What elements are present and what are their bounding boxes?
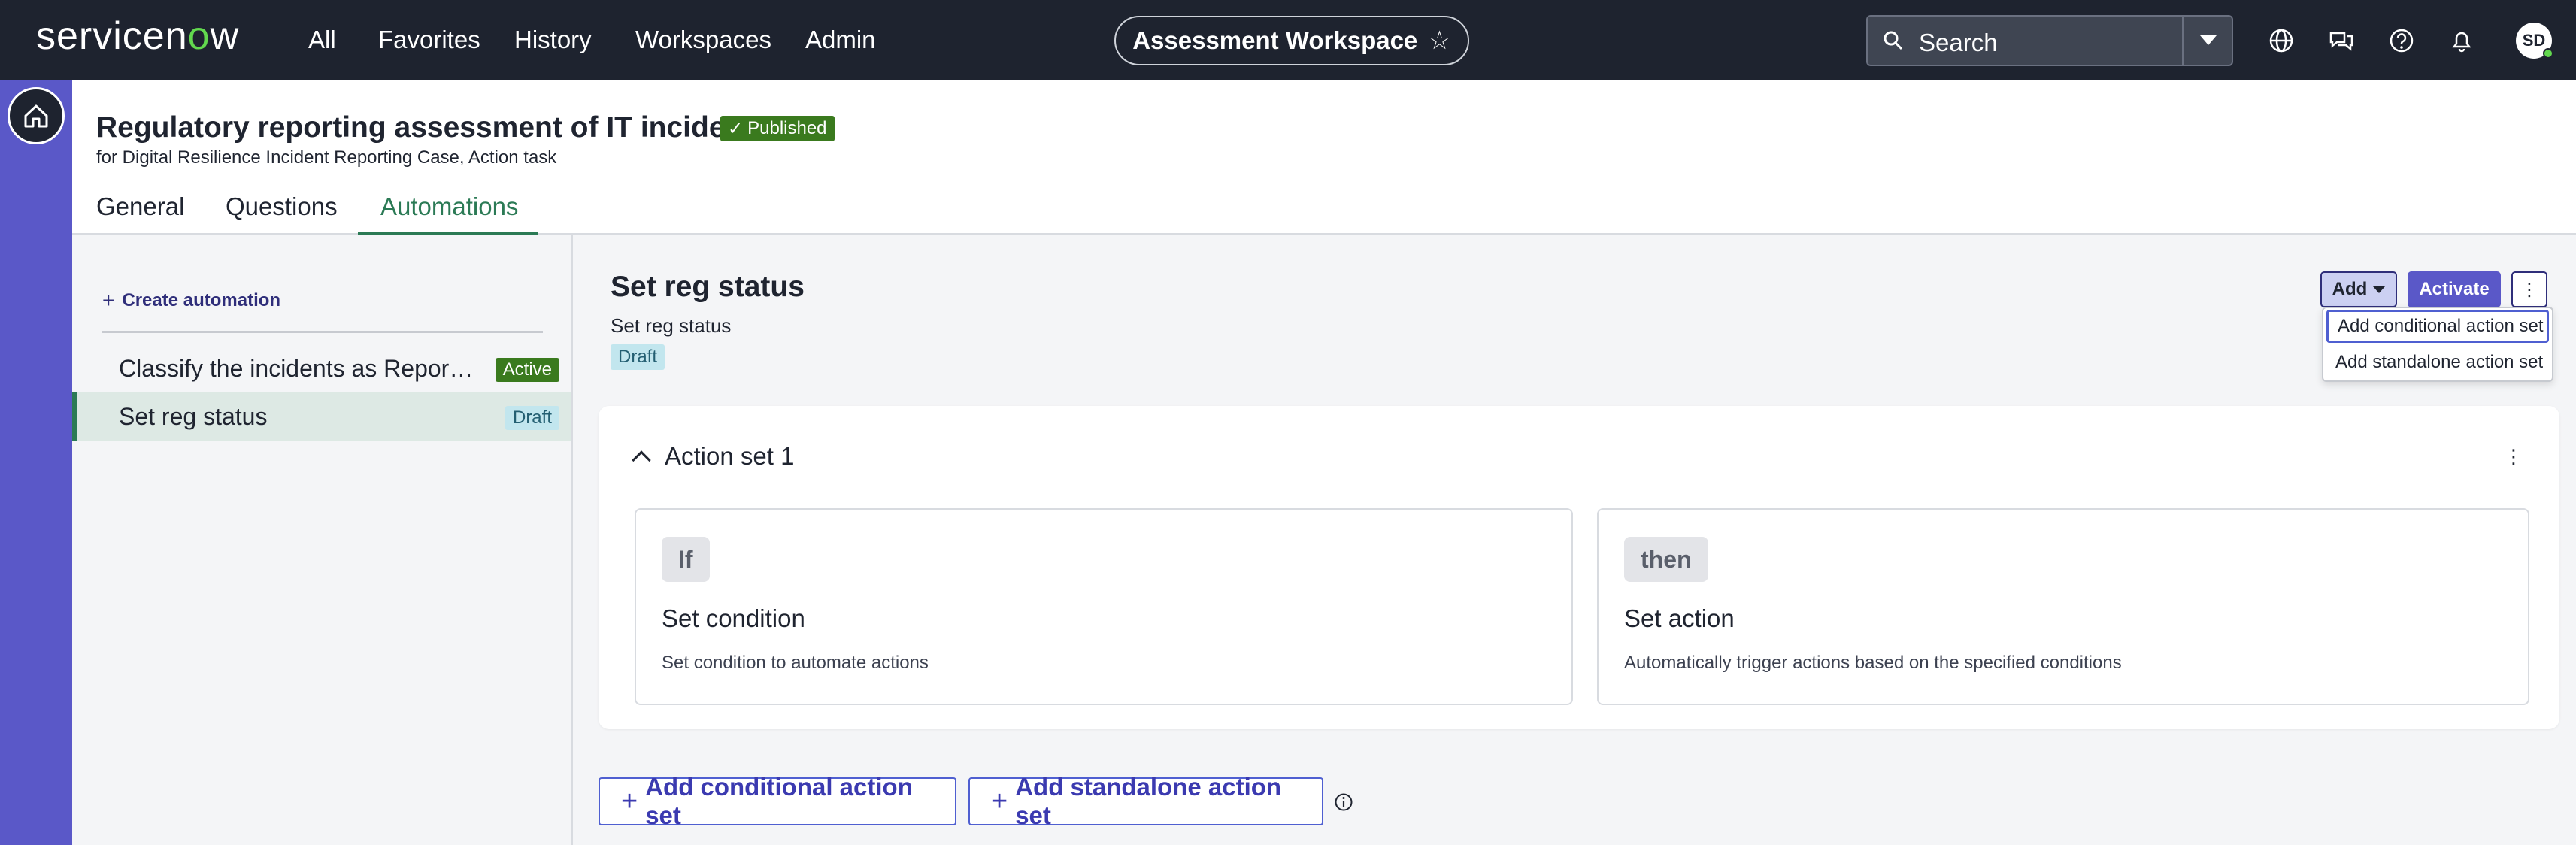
search-input[interactable]: Search — [1919, 29, 1998, 57]
action-set-card: Action set 1 ⋮ If Set condition Set cond… — [599, 406, 2559, 729]
workspace-label: Assessment Workspace — [1132, 26, 1418, 54]
status-badge: ✓ Published — [720, 116, 835, 141]
activate-button[interactable]: Activate — [2408, 271, 2501, 307]
menu-item-add-conditional[interactable]: Add conditional action set — [2326, 310, 2549, 343]
action-description: Automatically trigger actions based on t… — [1624, 653, 2122, 673]
left-rail — [0, 80, 72, 845]
help-icon[interactable] — [2388, 27, 2415, 54]
avatar[interactable]: SD — [2516, 23, 2553, 59]
chevron-down-icon[interactable] — [2200, 35, 2217, 45]
automation-title: Set reg status — [611, 271, 805, 303]
action-title: Set action — [1624, 604, 1735, 632]
add-button-label: Add — [2332, 279, 2368, 299]
automation-name: Set reg status — [119, 403, 268, 430]
create-automation-label: Create automation — [122, 290, 281, 310]
nav-admin[interactable]: Admin — [805, 26, 876, 54]
record-header: Regulatory reporting assessment of IT in… — [72, 80, 2576, 235]
list-item[interactable]: Set reg status Draft — [72, 392, 571, 441]
bell-icon[interactable] — [2448, 27, 2475, 54]
condition-box[interactable]: If Set condition Set condition to automa… — [635, 508, 1573, 705]
status-badge: Active — [495, 358, 559, 382]
page-title: Regulatory reporting assessment of IT in… — [96, 111, 770, 144]
status-badge: Draft — [611, 344, 665, 370]
chat-icon[interactable] — [2328, 27, 2355, 54]
tab-general[interactable]: General — [96, 192, 184, 235]
globe-icon[interactable] — [2268, 27, 2295, 54]
button-label: Add standalone action set — [1015, 773, 1282, 829]
action-box[interactable]: then Set action Automatically trigger ac… — [1597, 508, 2529, 705]
add-button[interactable]: Add — [2320, 271, 2397, 307]
action-set-header[interactable]: Action set 1 — [632, 442, 795, 471]
condition-description: Set condition to automate actions — [662, 653, 929, 673]
nav-favorites[interactable]: Favorites — [378, 26, 480, 54]
chevron-down-icon — [2373, 286, 2386, 293]
add-standalone-action-set-button[interactable]: + Add standalone action set — [968, 773, 1323, 829]
top-navigation: servicenow All Favorites History Workspa… — [0, 0, 2576, 80]
menu-item-add-standalone[interactable]: Add standalone action set — [2326, 346, 2549, 379]
plus-icon: + — [991, 785, 1008, 817]
add-conditional-action-set-button[interactable]: + Add conditional action set — [599, 773, 956, 829]
avatar-initials: SD — [2522, 31, 2546, 50]
more-options-button[interactable]: ⋮ — [2511, 271, 2547, 307]
automation-name: Classify the incidents as Repor… — [119, 355, 474, 382]
create-automation-link[interactable]: + Create automation — [102, 289, 280, 313]
home-button[interactable] — [8, 87, 65, 144]
more-vertical-icon: ⋮ — [2520, 279, 2538, 300]
star-icon[interactable]: ☆ — [1428, 26, 1450, 56]
workspace-pill[interactable]: Assessment Workspace ☆ — [1114, 16, 1469, 65]
status-badge: Draft — [505, 406, 559, 430]
check-icon: ✓ — [728, 118, 744, 139]
status-badge-label: Published — [747, 118, 827, 138]
search-divider — [2182, 17, 2184, 65]
action-set-title: Action set 1 — [665, 442, 795, 470]
presence-indicator — [2543, 48, 2553, 59]
nav-workspaces[interactable]: Workspaces — [635, 26, 771, 54]
plus-icon: + — [621, 785, 638, 817]
tab-questions[interactable]: Questions — [226, 192, 338, 235]
info-icon[interactable] — [1334, 792, 1353, 812]
page-subtitle: for Digital Resilience Incident Reportin… — [96, 147, 557, 168]
nav-all[interactable]: All — [308, 26, 336, 54]
if-pill: If — [662, 537, 710, 582]
nav-history[interactable]: History — [514, 26, 592, 54]
chevron-up-icon[interactable] — [632, 450, 651, 470]
tab-automations[interactable]: Automations — [380, 192, 518, 235]
list-item[interactable]: Classify the incidents as Repor… Active — [72, 344, 571, 392]
button-label: Add conditional action set — [645, 773, 913, 829]
then-pill: then — [1624, 537, 1708, 582]
servicenow-logo[interactable]: servicenow — [36, 14, 239, 59]
more-vertical-icon[interactable]: ⋮ — [2504, 445, 2523, 468]
home-icon — [24, 104, 48, 128]
condition-title: Set condition — [662, 604, 805, 632]
plus-icon: + — [102, 289, 115, 312]
automation-subtitle: Set reg status — [611, 314, 732, 337]
search-icon — [1884, 31, 1903, 50]
add-dropdown-menu: Add conditional action set Add standalon… — [2322, 307, 2553, 382]
divider — [102, 331, 543, 333]
automation-list: + Create automation Classify the inciden… — [72, 235, 573, 845]
global-search[interactable]: Search — [1866, 15, 2233, 66]
